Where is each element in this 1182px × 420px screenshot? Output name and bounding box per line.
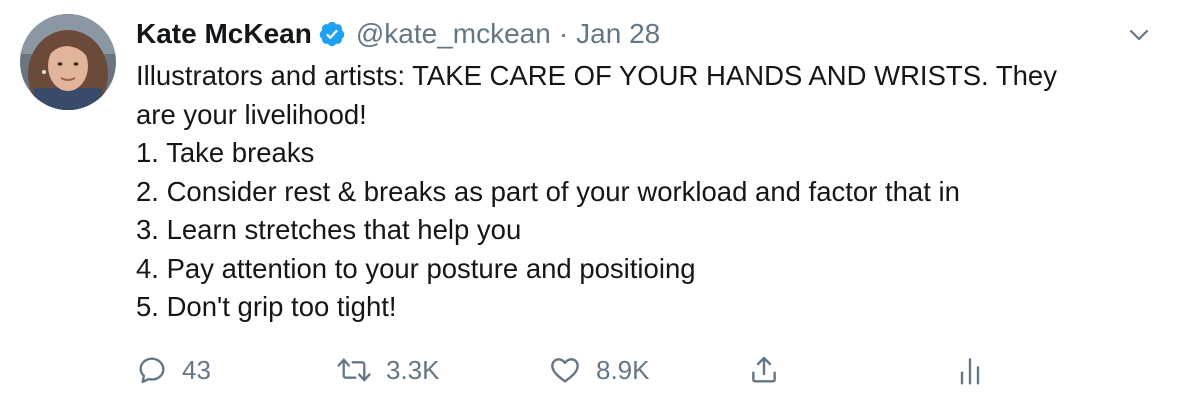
tweet-text: Illustrators and artists: TAKE CARE OF Y… [136,57,1166,327]
tweet: Kate McKean @kate_mckean · Jan 28 Illust… [0,0,1182,420]
tweet-text-line: 2. Consider rest & breaks as part of you… [136,175,960,207]
heart-icon [548,354,582,386]
verified-badge-icon [318,20,346,48]
tweet-text-line: are your livelihood! [136,98,367,130]
like-count: 8.9K [596,354,650,385]
like-button[interactable]: 8.9K [548,350,650,390]
avatar[interactable] [20,14,116,110]
analytics-button[interactable] [956,350,984,390]
share-icon [748,354,780,386]
reply-button[interactable]: 43 [136,350,211,390]
tweet-text-line: 4. Pay attention to your posture and pos… [136,252,696,284]
tweet-date[interactable]: Jan 28 [576,18,660,50]
retweet-count: 3.3K [386,354,440,385]
tweet-text-line: 3. Learn stretches that help you [136,214,522,245]
author-handle[interactable]: @kate_mckean [356,18,551,50]
reply-count: 43 [182,354,211,385]
tweet-actions: 43 3.3K 8.9K [136,350,996,390]
retweet-icon [336,354,372,386]
analytics-icon [956,354,984,386]
reply-icon [136,354,168,386]
tweet-text-line: Illustrators and artists: TAKE CARE OF Y… [136,60,1057,91]
avatar-image [20,14,116,110]
author-name[interactable]: Kate McKean [136,18,312,50]
tweet-text-line: 1. Take breaks [136,137,315,168]
retweet-button[interactable]: 3.3K [336,350,440,390]
tweet-header: Kate McKean @kate_mckean · Jan 28 [136,14,660,54]
chevron-down-icon[interactable] [1124,20,1154,50]
tweet-text-line: 5. Don't grip too tight! [136,291,397,322]
header-separator: · [558,18,569,49]
share-button[interactable] [748,350,780,390]
